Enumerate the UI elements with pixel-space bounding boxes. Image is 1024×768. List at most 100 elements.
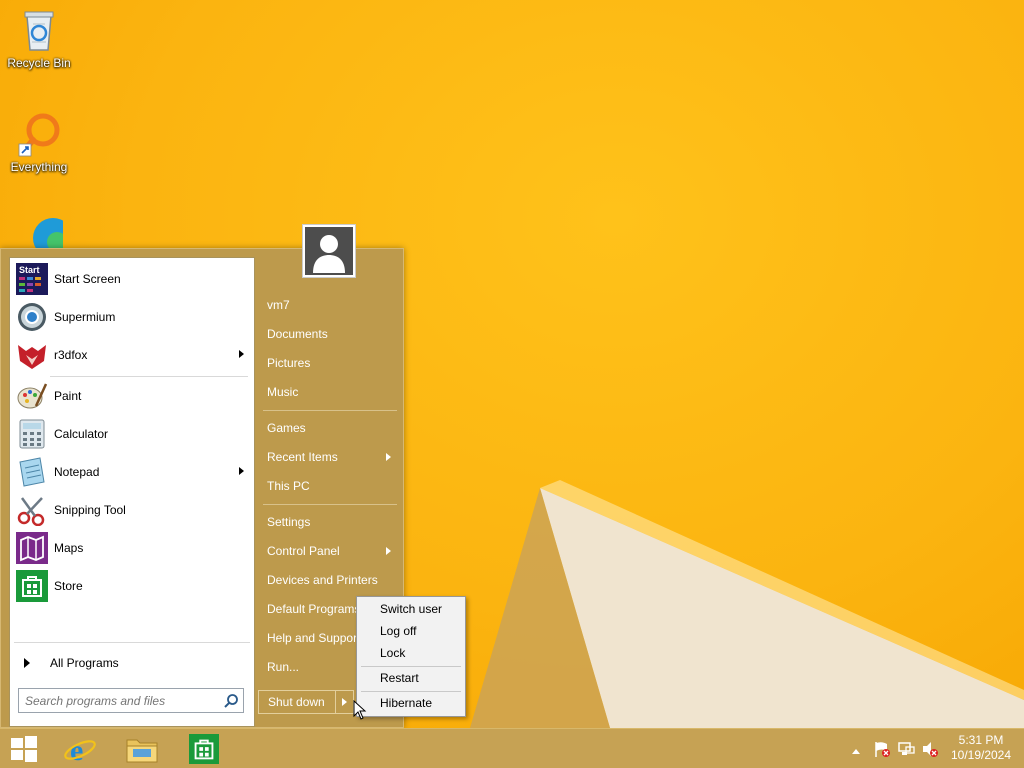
desktop-icon-label: Recycle Bin: [7, 56, 71, 70]
place-help-and-support[interactable]: Help and Support: [267, 626, 363, 650]
tray-action-center[interactable]: [873, 740, 891, 761]
program-label: Calculator: [54, 427, 109, 441]
program-snipping-tool[interactable]: Snipping Tool: [14, 493, 250, 527]
user-silhouette-icon: [305, 227, 353, 275]
store-icon: [16, 570, 48, 602]
paint-icon: [16, 380, 48, 412]
place-label: Help and Support: [267, 631, 361, 645]
submenu-arrow-icon: [239, 350, 244, 358]
submenu-arrow-icon: [239, 467, 244, 475]
program-label: Start Screen: [54, 272, 121, 286]
file-explorer-icon: [126, 739, 158, 763]
notepad-icon: [16, 456, 48, 488]
snipping-tool-icon: [16, 494, 48, 527]
separator: [50, 376, 248, 377]
start-menu: Start Start Screen Supermium r3dfox Pain…: [0, 248, 404, 728]
flag-icon: [875, 742, 890, 757]
expand-arrow-icon: [24, 658, 30, 668]
program-store[interactable]: Store: [14, 569, 250, 603]
mouse-cursor: [353, 699, 367, 723]
place-this-pc[interactable]: This PC: [267, 474, 401, 498]
place-music[interactable]: Music: [267, 380, 401, 404]
place-label: Settings: [267, 515, 311, 529]
place-pictures[interactable]: Pictures: [267, 351, 401, 375]
all-programs-button[interactable]: All Programs: [14, 650, 250, 676]
program-label: Maps: [54, 541, 84, 555]
chevron-right-icon: [342, 698, 348, 706]
search-box[interactable]: [18, 688, 244, 713]
program-paint[interactable]: Paint: [14, 379, 250, 413]
place-label: Devices and Printers: [267, 573, 378, 587]
search-icon[interactable]: [223, 693, 239, 709]
clock-date: 10/19/2024: [950, 748, 1012, 762]
place-settings[interactable]: Settings: [267, 510, 401, 534]
internet-explorer-icon: e: [64, 734, 96, 766]
start-screen-icon: Start: [16, 263, 48, 295]
place-default-programs[interactable]: Default Programs: [267, 597, 363, 621]
network-icon: [898, 742, 915, 755]
tray-network[interactable]: [897, 740, 915, 761]
place-user-folder[interactable]: vm7: [267, 293, 401, 317]
place-label: Games: [267, 421, 306, 435]
menu-item-hibernate[interactable]: Hibernate: [359, 692, 463, 714]
taskbar-file-explorer[interactable]: [120, 731, 164, 767]
separator: [263, 410, 397, 411]
system-clock[interactable]: 5:31 PM 10/19/2024: [948, 733, 1014, 763]
user-avatar[interactable]: [302, 224, 356, 278]
shut-down-button[interactable]: Shut down: [258, 690, 354, 714]
start-menu-programs-pane: Start Start Screen Supermium r3dfox Pain…: [9, 257, 255, 727]
maps-icon: [16, 532, 48, 564]
place-label: Pictures: [267, 356, 311, 370]
power-options-menu: Switch user Log off Lock Restart Hiberna…: [356, 596, 466, 717]
program-start-screen[interactable]: Start Start Screen: [14, 262, 250, 296]
desktop-icon-everything[interactable]: Everything: [0, 110, 78, 174]
program-calculator[interactable]: Calculator: [14, 417, 250, 451]
chevron-up-icon: [852, 749, 860, 754]
program-label: Store: [54, 579, 83, 593]
taskbar: e 5:31 PM 10/19/2024: [0, 728, 1024, 768]
submenu-arrow-icon: [386, 453, 391, 461]
place-label: This PC: [267, 479, 310, 493]
program-notepad[interactable]: Notepad: [14, 455, 250, 489]
desktop-icon-label: Everything: [10, 160, 68, 174]
place-label: Run...: [267, 660, 300, 674]
svg-text:e: e: [70, 734, 83, 766]
place-documents[interactable]: Documents: [267, 322, 401, 346]
place-label: Recent Items: [267, 450, 338, 464]
program-supermium[interactable]: Supermium: [14, 300, 250, 334]
separator: [14, 642, 250, 643]
place-label: Music: [267, 385, 299, 399]
menu-item-lock[interactable]: Lock: [359, 642, 463, 664]
tray-volume[interactable]: [921, 740, 939, 761]
search-input[interactable]: [19, 689, 215, 712]
supermium-icon: [16, 301, 48, 333]
place-games[interactable]: Games: [267, 416, 401, 440]
desktop-icon-recycle-bin[interactable]: Recycle Bin: [0, 6, 78, 70]
show-hidden-icons-button[interactable]: [851, 744, 861, 758]
shut-down-label: Shut down: [268, 695, 325, 709]
all-programs-label: All Programs: [50, 656, 119, 670]
program-label: Snipping Tool: [54, 503, 126, 517]
volume-muted-icon: [923, 742, 938, 757]
program-label: r3dfox: [54, 348, 88, 362]
arrow-cursor-icon: [353, 699, 367, 720]
place-label: Default Programs: [267, 602, 361, 616]
program-maps[interactable]: Maps: [14, 531, 250, 565]
menu-item-switch-user[interactable]: Switch user: [359, 598, 463, 620]
shut-down-options-arrow[interactable]: [335, 691, 353, 713]
place-run[interactable]: Run...: [267, 655, 363, 679]
svg-text:Start: Start: [19, 265, 40, 275]
program-label: Supermium: [54, 310, 116, 324]
clock-time: 5:31 PM: [958, 733, 1004, 747]
submenu-arrow-icon: [386, 547, 391, 555]
menu-item-restart[interactable]: Restart: [359, 667, 463, 689]
place-control-panel[interactable]: Control Panel: [267, 539, 401, 563]
start-button[interactable]: [2, 731, 46, 767]
taskbar-store[interactable]: [182, 731, 226, 767]
place-devices-and-printers[interactable]: Devices and Printers: [267, 568, 401, 592]
menu-item-log-off[interactable]: Log off: [359, 620, 463, 642]
program-r3dfox[interactable]: r3dfox: [14, 338, 250, 372]
place-recent-items[interactable]: Recent Items: [267, 445, 401, 469]
r3dfox-icon: [16, 339, 48, 371]
taskbar-internet-explorer[interactable]: e: [58, 731, 102, 767]
